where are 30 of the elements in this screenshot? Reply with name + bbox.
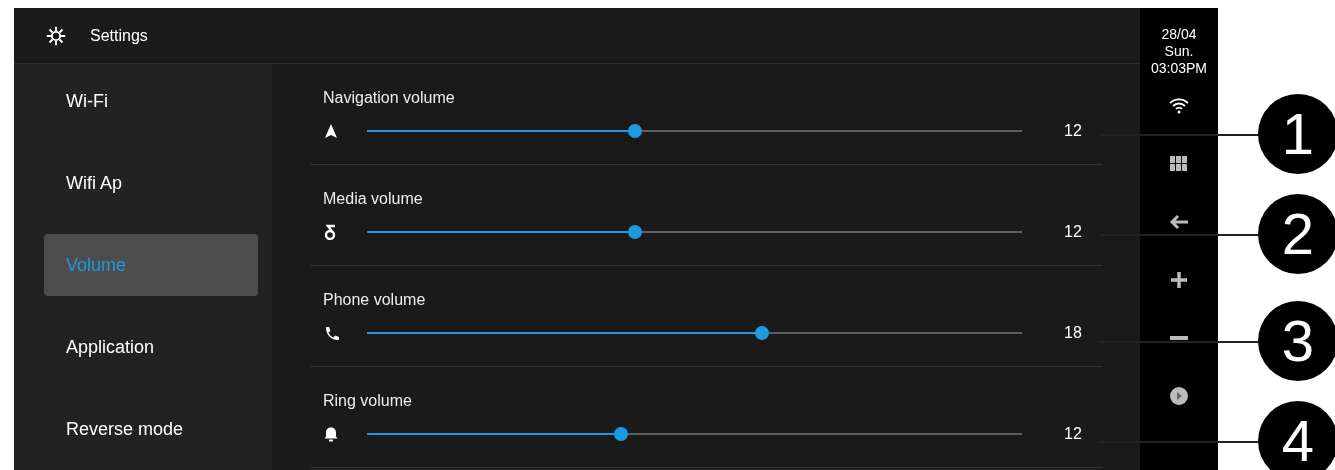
- round-button-icon[interactable]: [1168, 385, 1190, 407]
- time-text: 03:03PM: [1150, 60, 1207, 77]
- slider-thumb[interactable]: [627, 225, 642, 239]
- sidebar-item[interactable]: Reverse mode: [44, 398, 258, 460]
- slider-thumb[interactable]: [614, 427, 629, 441]
- day-text: Sun.: [1163, 43, 1195, 60]
- settings-icon[interactable]: [46, 25, 66, 46]
- callout-number: 3: [1258, 301, 1335, 381]
- sidebar-item[interactable]: Wifi Ap: [44, 152, 258, 214]
- slider-thumb[interactable]: [754, 326, 769, 340]
- date-text: 28/04: [1160, 26, 1198, 43]
- volume-label: Media volume: [323, 189, 424, 209]
- plus-icon[interactable]: [1168, 269, 1190, 291]
- screen-title: Settings: [90, 26, 148, 45]
- sidebar-item[interactable]: Application: [44, 316, 258, 378]
- volume-label: Navigation volume: [323, 88, 456, 108]
- volume-value: 12: [1064, 425, 1082, 443]
- volume-value: 18: [1064, 324, 1082, 342]
- phone-icon: [323, 325, 339, 341]
- navigation-arrow-icon: [323, 123, 339, 139]
- sidebar-item[interactable]: Wi-Fi: [44, 70, 258, 132]
- slider-thumb[interactable]: [627, 124, 642, 138]
- callout-number: 1: [1258, 94, 1335, 174]
- volume-value: 12: [1064, 122, 1082, 140]
- volume-label: Ring volume: [323, 391, 413, 411]
- volume-label: Phone volume: [323, 290, 427, 310]
- bell-icon: [323, 426, 339, 442]
- callout-number: 4: [1258, 401, 1335, 470]
- volume-value: 12: [1064, 223, 1082, 241]
- callout-number: 2: [1258, 194, 1335, 274]
